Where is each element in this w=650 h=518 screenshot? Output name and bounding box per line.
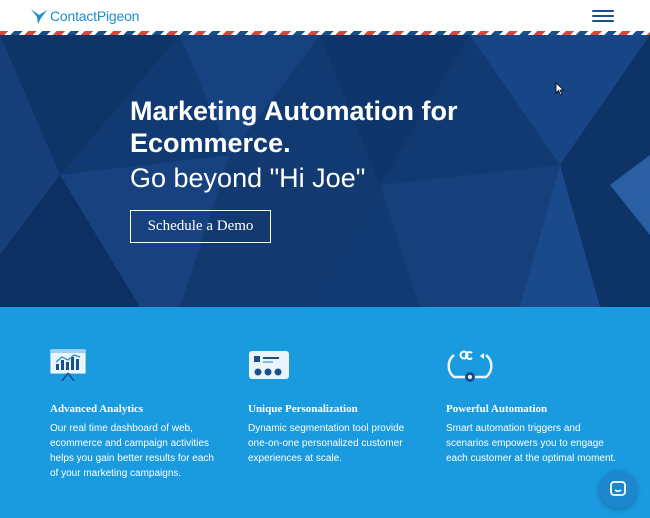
logo-text: ContactPigeon xyxy=(50,8,140,24)
feature-title: Unique Personalization xyxy=(248,403,358,415)
schedule-demo-button[interactable]: Schedule a Demo xyxy=(130,210,271,243)
feature-description: Our real time dashboard of web, ecommerc… xyxy=(50,423,214,479)
feature-title: Powerful Automation xyxy=(446,403,548,415)
hamburger-menu-icon[interactable] xyxy=(592,10,614,24)
feature-title: Advanced Analytics xyxy=(50,403,144,415)
mouse-cursor-icon xyxy=(555,82,565,96)
feature-personalization: Unique Personalization Dynamic segmentat… xyxy=(248,347,423,466)
hero-subtitle: Go beyond "Hi Joe" xyxy=(130,163,366,193)
site-header: ContactPigeon xyxy=(0,0,650,31)
hero-title: Marketing Automation for Ecommerce. xyxy=(130,96,458,158)
features-section: Advanced Analytics Our real time dashboa… xyxy=(0,307,650,518)
feature-description: Smart automation triggers and scenarios … xyxy=(446,423,617,464)
pigeon-logo-icon xyxy=(31,9,47,24)
hero-section: Marketing Automation for Ecommerce. Go b… xyxy=(0,35,650,307)
feature-automation: Powerful Automation Smart automation tri… xyxy=(446,347,621,466)
feature-analytics: Advanced Analytics Our real time dashboa… xyxy=(50,347,225,481)
chat-bubble-icon xyxy=(610,481,626,496)
chat-widget-button[interactable] xyxy=(599,470,637,508)
personalization-card-icon xyxy=(249,351,289,379)
automation-flow-icon xyxy=(447,350,493,382)
feature-description: Dynamic segmentation tool provide one-on… xyxy=(248,423,405,464)
analytics-chart-icon xyxy=(50,349,86,382)
logo[interactable]: ContactPigeon xyxy=(30,5,139,27)
